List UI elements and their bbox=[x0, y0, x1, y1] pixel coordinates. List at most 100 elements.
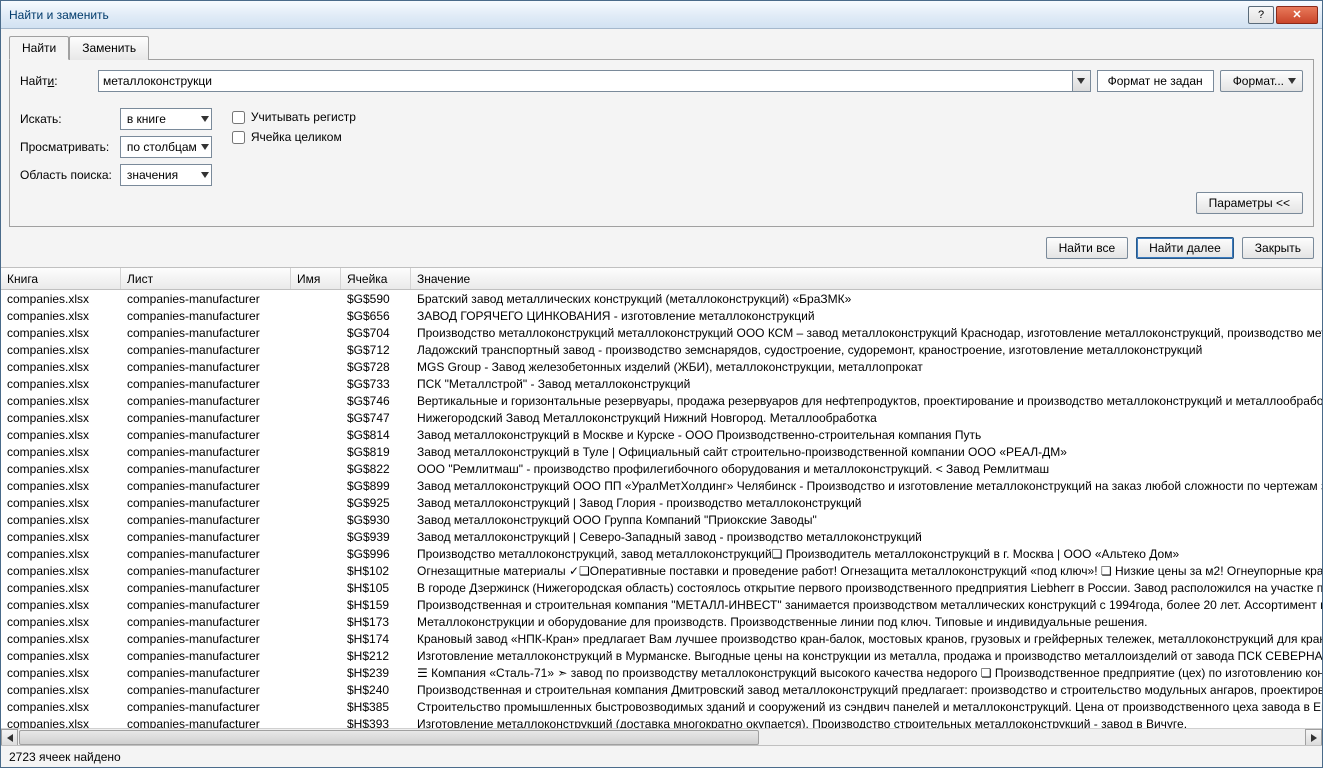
scroll-left-button[interactable] bbox=[1, 729, 18, 745]
cell-sheet: companies-manufacturer bbox=[121, 358, 291, 375]
cell-sheet: companies-manufacturer bbox=[121, 715, 291, 728]
table-row[interactable]: companies.xlsxcompanies-manufacturer$G$7… bbox=[1, 341, 1322, 358]
cell-book: companies.xlsx bbox=[1, 358, 121, 375]
chevron-down-icon bbox=[201, 144, 209, 150]
browse-select[interactable]: по столбцам bbox=[120, 136, 212, 158]
table-row[interactable]: companies.xlsxcompanies-manufacturer$H$1… bbox=[1, 579, 1322, 596]
find-next-button[interactable]: Найти далее bbox=[1136, 237, 1234, 259]
scroll-right-button[interactable] bbox=[1305, 729, 1322, 745]
cell-name bbox=[291, 596, 341, 613]
table-row[interactable]: companies.xlsxcompanies-manufacturer$G$8… bbox=[1, 443, 1322, 460]
options-toggle-button[interactable]: Параметры << bbox=[1196, 192, 1303, 214]
statusbar: 2723 ячеек найдено bbox=[1, 745, 1322, 767]
cell-value: Завод металлоконструкций ООО Группа Комп… bbox=[411, 511, 1322, 528]
table-row[interactable]: companies.xlsxcompanies-manufacturer$G$9… bbox=[1, 511, 1322, 528]
table-row[interactable]: companies.xlsxcompanies-manufacturer$G$7… bbox=[1, 358, 1322, 375]
cell-ref: $G$939 bbox=[341, 528, 411, 545]
table-row[interactable]: companies.xlsxcompanies-manufacturer$H$1… bbox=[1, 630, 1322, 647]
table-row[interactable]: companies.xlsxcompanies-manufacturer$G$9… bbox=[1, 528, 1322, 545]
table-row[interactable]: companies.xlsxcompanies-manufacturer$G$9… bbox=[1, 494, 1322, 511]
table-row[interactable]: companies.xlsxcompanies-manufacturer$H$1… bbox=[1, 596, 1322, 613]
cell-ref: $G$930 bbox=[341, 511, 411, 528]
cell-ref: $G$733 bbox=[341, 375, 411, 392]
table-row[interactable]: companies.xlsxcompanies-manufacturer$G$5… bbox=[1, 290, 1322, 307]
cell-book: companies.xlsx bbox=[1, 460, 121, 477]
table-row[interactable]: companies.xlsxcompanies-manufacturer$G$7… bbox=[1, 375, 1322, 392]
table-row[interactable]: companies.xlsxcompanies-manufacturer$G$7… bbox=[1, 409, 1322, 426]
cell-value: Завод металлоконструкций | Завод Глория … bbox=[411, 494, 1322, 511]
cell-value: Изготовление металлоконструкций в Мурман… bbox=[411, 647, 1322, 664]
table-row[interactable]: companies.xlsxcompanies-manufacturer$G$9… bbox=[1, 545, 1322, 562]
search-in-select[interactable]: в книге bbox=[120, 108, 212, 130]
table-row[interactable]: companies.xlsxcompanies-manufacturer$H$3… bbox=[1, 698, 1322, 715]
cell-value: Ладожский транспортный завод - производс… bbox=[411, 341, 1322, 358]
cell-book: companies.xlsx bbox=[1, 511, 121, 528]
cell-ref: $G$996 bbox=[341, 545, 411, 562]
cell-value: Завод металлоконструкций ООО ПП «УралМет… bbox=[411, 477, 1322, 494]
table-row[interactable]: companies.xlsxcompanies-manufacturer$H$2… bbox=[1, 681, 1322, 698]
find-history-dropdown[interactable] bbox=[1073, 70, 1091, 92]
table-row[interactable]: companies.xlsxcompanies-manufacturer$G$6… bbox=[1, 307, 1322, 324]
table-row[interactable]: companies.xlsxcompanies-manufacturer$G$7… bbox=[1, 324, 1322, 341]
cell-value: Завод металлоконструкций | Северо-Западн… bbox=[411, 528, 1322, 545]
cell-ref: $G$747 bbox=[341, 409, 411, 426]
cell-name bbox=[291, 664, 341, 681]
table-row[interactable]: companies.xlsxcompanies-manufacturer$G$8… bbox=[1, 477, 1322, 494]
cell-sheet: companies-manufacturer bbox=[121, 664, 291, 681]
col-book[interactable]: Книга bbox=[1, 268, 121, 289]
cell-sheet: companies-manufacturer bbox=[121, 545, 291, 562]
cell-name bbox=[291, 358, 341, 375]
horizontal-scrollbar[interactable] bbox=[1, 728, 1322, 745]
tab-panel-find: Найти: Формат не задан Формат... Искать: bbox=[9, 59, 1314, 227]
help-button[interactable]: ? bbox=[1248, 6, 1274, 24]
titlebar: Найти и заменить ? ✕ bbox=[1, 1, 1322, 29]
cell-book: companies.xlsx bbox=[1, 375, 121, 392]
tab-find[interactable]: Найти bbox=[9, 36, 69, 60]
cell-sheet: companies-manufacturer bbox=[121, 698, 291, 715]
cell-ref: $H$174 bbox=[341, 630, 411, 647]
close-button[interactable]: Закрыть bbox=[1242, 237, 1314, 259]
match-case-checkbox[interactable]: Учитывать регистр bbox=[232, 110, 356, 124]
cell-book: companies.xlsx bbox=[1, 290, 121, 307]
format-button[interactable]: Формат... bbox=[1220, 70, 1303, 92]
cell-name bbox=[291, 698, 341, 715]
close-window-button[interactable]: ✕ bbox=[1276, 6, 1318, 24]
cell-book: companies.xlsx bbox=[1, 698, 121, 715]
cell-sheet: companies-manufacturer bbox=[121, 290, 291, 307]
scroll-thumb[interactable] bbox=[19, 730, 759, 745]
status-text: 2723 ячеек найдено bbox=[9, 750, 121, 764]
lookin-select[interactable]: значения bbox=[120, 164, 212, 186]
table-row[interactable]: companies.xlsxcompanies-manufacturer$H$2… bbox=[1, 664, 1322, 681]
match-case-input[interactable] bbox=[232, 111, 245, 124]
chevron-down-icon bbox=[1288, 78, 1296, 84]
table-row[interactable]: companies.xlsxcompanies-manufacturer$H$1… bbox=[1, 562, 1322, 579]
table-row[interactable]: companies.xlsxcompanies-manufacturer$H$1… bbox=[1, 613, 1322, 630]
chevron-down-icon bbox=[201, 172, 209, 178]
dialog-body: Найти Заменить Найти: Формат не задан Фо… bbox=[1, 29, 1322, 268]
col-value[interactable]: Значение bbox=[411, 268, 1322, 289]
col-cell[interactable]: Ячейка bbox=[341, 268, 411, 289]
cell-sheet: companies-manufacturer bbox=[121, 528, 291, 545]
cell-value: MGS Group - Завод железобетонных изделий… bbox=[411, 358, 1322, 375]
col-name[interactable]: Имя bbox=[291, 268, 341, 289]
cell-value: Производство металлоконструкций металлок… bbox=[411, 324, 1322, 341]
table-row[interactable]: companies.xlsxcompanies-manufacturer$G$7… bbox=[1, 392, 1322, 409]
cell-ref: $G$899 bbox=[341, 477, 411, 494]
col-sheet[interactable]: Лист bbox=[121, 268, 291, 289]
cell-name bbox=[291, 426, 341, 443]
tab-replace[interactable]: Заменить bbox=[69, 36, 149, 60]
cell-name bbox=[291, 511, 341, 528]
table-row[interactable]: companies.xlsxcompanies-manufacturer$G$8… bbox=[1, 426, 1322, 443]
results-body[interactable]: companies.xlsxcompanies-manufacturer$G$5… bbox=[1, 290, 1322, 728]
cell-sheet: companies-manufacturer bbox=[121, 307, 291, 324]
table-row[interactable]: companies.xlsxcompanies-manufacturer$H$2… bbox=[1, 647, 1322, 664]
table-row[interactable]: companies.xlsxcompanies-manufacturer$H$3… bbox=[1, 715, 1322, 728]
find-all-button[interactable]: Найти все bbox=[1046, 237, 1129, 259]
table-row[interactable]: companies.xlsxcompanies-manufacturer$G$8… bbox=[1, 460, 1322, 477]
chevron-left-icon bbox=[7, 734, 13, 742]
chevron-right-icon bbox=[1311, 734, 1317, 742]
cell-ref: $H$102 bbox=[341, 562, 411, 579]
whole-cell-checkbox[interactable]: Ячейка целиком bbox=[232, 130, 356, 144]
whole-cell-input[interactable] bbox=[232, 131, 245, 144]
find-input[interactable] bbox=[98, 70, 1073, 92]
